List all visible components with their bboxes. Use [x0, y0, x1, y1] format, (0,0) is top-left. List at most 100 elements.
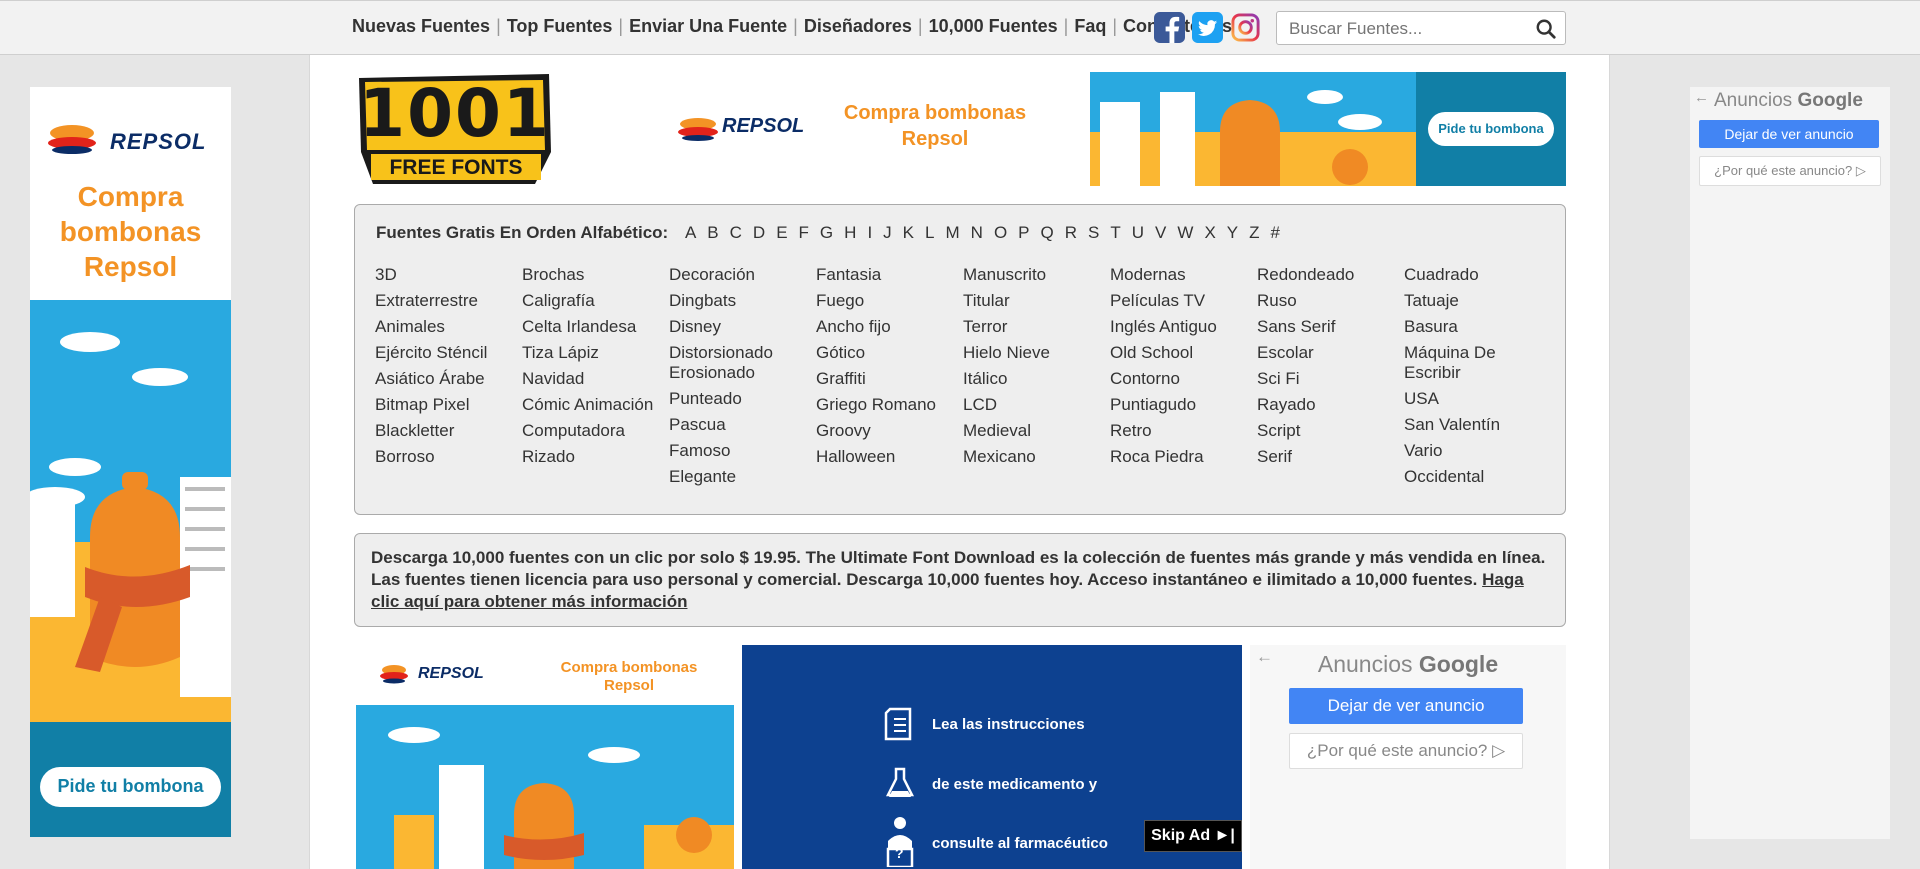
category-link[interactable]: Cuadrado — [1404, 265, 1549, 285]
category-link[interactable]: Mexicano — [963, 447, 1108, 467]
category-link[interactable]: Brochas — [522, 265, 667, 285]
top-banner-ad[interactable]: REPSOL Compra bombonas Repsol Pide tu bo… — [660, 72, 1566, 186]
category-link[interactable]: Roca Piedra — [1110, 447, 1255, 467]
letter-link[interactable]: B — [707, 223, 718, 243]
nav-faq[interactable]: Faq — [1074, 16, 1106, 36]
category-link[interactable]: Famoso — [669, 441, 814, 461]
category-link[interactable]: Retro — [1110, 421, 1255, 441]
category-link[interactable]: Vario — [1404, 441, 1549, 461]
category-link[interactable]: Pascua — [669, 415, 814, 435]
category-link[interactable]: Rizado — [522, 447, 667, 467]
category-link[interactable]: Caligrafía — [522, 291, 667, 311]
category-link[interactable]: Computadora — [522, 421, 667, 441]
category-link[interactable]: Gótico — [816, 343, 961, 363]
nav-10000-fuentes[interactable]: 10,000 Fuentes — [929, 16, 1058, 36]
site-logo[interactable]: 1001 FREE FONTS — [355, 72, 555, 186]
facebook-icon[interactable] — [1154, 12, 1185, 43]
category-link[interactable]: Películas TV — [1110, 291, 1255, 311]
category-link[interactable]: Itálico — [963, 369, 1108, 389]
category-link[interactable]: Contorno — [1110, 369, 1255, 389]
category-link[interactable]: Rayado — [1257, 395, 1402, 415]
category-link[interactable]: Cómic Animación — [522, 395, 667, 415]
letter-link[interactable]: Y — [1227, 223, 1238, 243]
letter-link[interactable]: T — [1110, 223, 1120, 243]
category-link[interactable]: Borroso — [375, 447, 520, 467]
category-link[interactable]: Decoración — [669, 265, 814, 285]
letter-link[interactable]: I — [867, 223, 872, 243]
nav-nuevas-fuentes[interactable]: Nuevas Fuentes — [352, 16, 490, 36]
category-link[interactable]: Serif — [1257, 447, 1402, 467]
why-ad-button[interactable]: ¿Por qué este anuncio? ▷ — [1289, 733, 1523, 769]
stop-ad-button[interactable]: Dejar de ver anuncio — [1289, 688, 1523, 724]
category-link[interactable]: Graffiti — [816, 369, 961, 389]
letter-link[interactable]: M — [945, 223, 959, 243]
letter-link[interactable]: F — [799, 223, 809, 243]
category-link[interactable]: Tatuaje — [1404, 291, 1549, 311]
category-link[interactable]: Ancho fijo — [816, 317, 961, 337]
category-link[interactable]: Distorsionado Erosionado — [669, 343, 814, 383]
category-link[interactable]: Redondeado — [1257, 265, 1402, 285]
category-link[interactable]: LCD — [963, 395, 1108, 415]
category-link[interactable]: Máquina De Escribir — [1404, 343, 1549, 383]
category-link[interactable]: Ruso — [1257, 291, 1402, 311]
category-link[interactable]: Navidad — [522, 369, 667, 389]
nav-top-fuentes[interactable]: Top Fuentes — [507, 16, 613, 36]
category-link[interactable]: Blackletter — [375, 421, 520, 441]
letter-link[interactable]: Q — [1041, 223, 1054, 243]
letter-link[interactable]: W — [1177, 223, 1193, 243]
search-icon[interactable] — [1535, 18, 1557, 40]
category-link[interactable]: Celta Irlandesa — [522, 317, 667, 337]
category-link[interactable]: Terror — [963, 317, 1108, 337]
letter-link[interactable]: H — [844, 223, 856, 243]
stop-ad-button[interactable]: Dejar de ver anuncio — [1699, 120, 1879, 148]
category-link[interactable]: Medieval — [963, 421, 1108, 441]
category-link[interactable]: Ejército Sténcil — [375, 343, 520, 363]
category-link[interactable]: Hielo Nieve — [963, 343, 1108, 363]
letter-link[interactable]: O — [994, 223, 1007, 243]
letter-link[interactable]: C — [730, 223, 742, 243]
category-link[interactable]: Animales — [375, 317, 520, 337]
category-link[interactable]: Dingbats — [669, 291, 814, 311]
category-link[interactable]: San Valentín — [1404, 415, 1549, 435]
category-link[interactable]: Asiático Árabe — [375, 369, 520, 389]
category-link[interactable]: Sans Serif — [1257, 317, 1402, 337]
category-link[interactable]: Groovy — [816, 421, 961, 441]
category-link[interactable]: USA — [1404, 389, 1549, 409]
letter-link[interactable]: K — [903, 223, 914, 243]
category-link[interactable]: Halloween — [816, 447, 961, 467]
nav-disenadores[interactable]: Diseñadores — [804, 16, 912, 36]
letter-link[interactable]: E — [776, 223, 787, 243]
letter-link[interactable]: Z — [1249, 223, 1259, 243]
letter-link[interactable]: N — [971, 223, 983, 243]
twitter-icon[interactable] — [1192, 12, 1223, 43]
nav-enviar-fuente[interactable]: Enviar Una Fuente — [629, 16, 787, 36]
category-link[interactable]: Tiza Lápiz — [522, 343, 667, 363]
instagram-icon[interactable] — [1230, 12, 1261, 43]
category-link[interactable]: Script — [1257, 421, 1402, 441]
category-link[interactable]: Titular — [963, 291, 1108, 311]
letter-link[interactable]: P — [1018, 223, 1029, 243]
category-link[interactable]: Disney — [669, 317, 814, 337]
category-link[interactable]: Escolar — [1257, 343, 1402, 363]
category-link[interactable]: Occidental — [1404, 467, 1549, 487]
letter-link[interactable]: V — [1155, 223, 1166, 243]
letter-link[interactable]: A — [685, 223, 696, 243]
category-link[interactable]: Modernas — [1110, 265, 1255, 285]
category-link[interactable]: Old School — [1110, 343, 1255, 363]
letter-link[interactable]: G — [820, 223, 833, 243]
category-link[interactable]: 3D — [375, 265, 520, 285]
letter-link[interactable]: # — [1271, 223, 1280, 243]
letter-link[interactable]: S — [1088, 223, 1099, 243]
back-arrow-icon[interactable]: ← — [1694, 89, 1709, 106]
letter-link[interactable]: X — [1204, 223, 1215, 243]
category-link[interactable]: Elegante — [669, 467, 814, 487]
category-link[interactable]: Extraterrestre — [375, 291, 520, 311]
letter-link[interactable]: D — [753, 223, 765, 243]
search-input[interactable] — [1289, 18, 1529, 40]
category-link[interactable]: Manuscrito — [963, 265, 1108, 285]
category-link[interactable]: Fantasia — [816, 265, 961, 285]
letter-link[interactable]: R — [1065, 223, 1077, 243]
medicine-video-ad[interactable]: Lea las instrucciones de este medicament… — [742, 645, 1242, 869]
category-link[interactable]: Bitmap Pixel — [375, 395, 520, 415]
category-link[interactable]: Punteado — [669, 389, 814, 409]
